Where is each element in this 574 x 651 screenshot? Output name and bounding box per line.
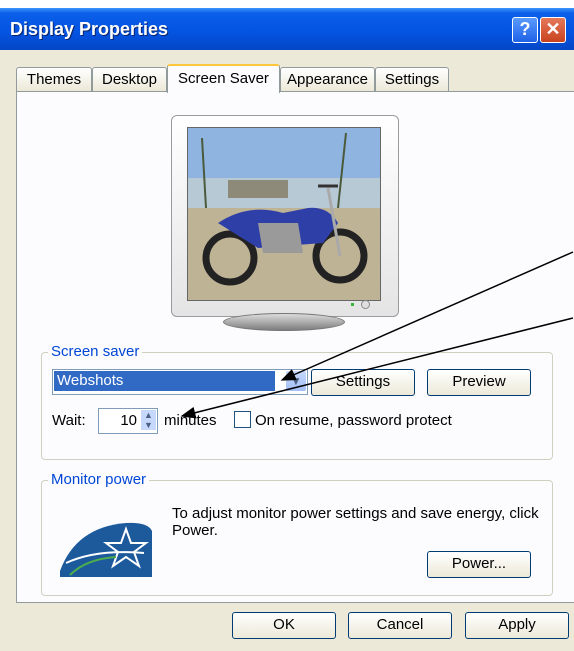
motorcycle-preview-image	[188, 128, 380, 300]
wait-value[interactable]: 10	[99, 409, 137, 432]
password-protect-checkbox[interactable]	[234, 411, 251, 428]
title-bar[interactable]: Display Properties ? ✕	[0, 8, 574, 50]
monitor-preview	[171, 115, 399, 331]
monitor-power-group: Monitor power To adjust monitor power se…	[41, 471, 553, 596]
power-button[interactable]: Power...	[427, 551, 531, 578]
settings-button[interactable]: Settings	[311, 369, 415, 396]
monitor-power-description: To adjust monitor power settings and sav…	[172, 505, 539, 539]
screen-saver-dropdown[interactable]: Webshots ▼	[52, 369, 308, 395]
screen-saver-group-label: Screen saver	[48, 343, 143, 360]
energy-star-logo-icon	[60, 522, 152, 577]
tab-screen-saver[interactable]: Screen Saver	[167, 64, 280, 93]
power-button-icon	[361, 300, 370, 309]
help-button[interactable]: ?	[512, 17, 538, 43]
power-light	[351, 303, 354, 306]
preview-screen	[187, 127, 381, 301]
apply-button[interactable]: Apply	[465, 612, 569, 639]
screen-saver-panel: Screen saver Webshots ▼ Settings Preview…	[16, 91, 574, 603]
monitor-stand	[223, 313, 345, 331]
chevron-down-icon[interactable]: ▼	[286, 371, 306, 391]
tab-desktop[interactable]: Desktop	[92, 67, 167, 91]
cancel-button[interactable]: Cancel	[348, 612, 452, 639]
wait-stepper[interactable]: 10 ▲ ▼	[98, 408, 158, 434]
close-button[interactable]: ✕	[540, 17, 566, 43]
display-properties-window: Display Properties ? ✕ Themes Desktop Sc…	[0, 8, 574, 651]
preview-button[interactable]: Preview	[427, 369, 531, 396]
tab-settings[interactable]: Settings	[375, 67, 449, 91]
window-title: Display Properties	[10, 19, 169, 39]
tab-appearance[interactable]: Appearance	[280, 67, 375, 91]
monitor-power-group-label: Monitor power	[48, 471, 150, 488]
ok-button[interactable]: OK	[232, 612, 336, 639]
screen-saver-selected: Webshots	[54, 371, 275, 391]
tab-themes[interactable]: Themes	[16, 67, 92, 91]
minutes-label: minutes	[164, 412, 217, 429]
wait-label: Wait:	[52, 412, 86, 429]
screen-saver-group: Screen saver Webshots ▼ Settings Preview…	[41, 343, 553, 460]
spin-arrows-icon[interactable]: ▲ ▼	[141, 410, 156, 430]
password-protect-label[interactable]: On resume, password protect	[255, 412, 452, 429]
